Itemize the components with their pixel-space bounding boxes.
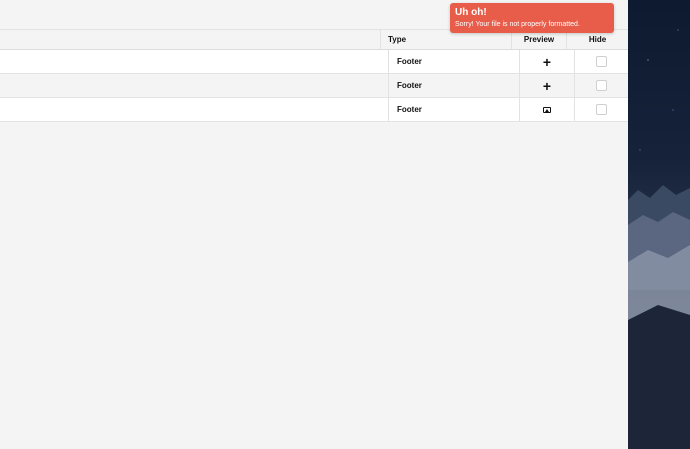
error-toast[interactable]: Uh oh! Sorry! Your file is not properly … (450, 3, 614, 33)
type-cell: Footer (388, 74, 519, 97)
type-cell: Footer (388, 50, 519, 73)
plus-icon[interactable]: + (543, 55, 551, 69)
hide-checkbox[interactable] (596, 56, 607, 67)
preview-cell[interactable]: + (519, 50, 574, 73)
mountain-landscape-image (628, 29, 690, 449)
image-icon[interactable] (543, 106, 551, 113)
hide-checkbox[interactable] (596, 80, 607, 91)
toast-title: Uh oh! (455, 7, 487, 18)
hide-cell (574, 98, 628, 121)
table-row[interactable]: Footer + (0, 74, 628, 98)
plus-icon[interactable]: + (543, 79, 551, 93)
table-row[interactable]: Footer + (0, 50, 628, 74)
table-header-row: Type Preview Hide (0, 30, 628, 50)
footer-table: Type Preview Hide Footer + Footer + Foot… (0, 30, 628, 122)
app-window: Type Preview Hide Footer + Footer + Foot… (0, 0, 628, 449)
preview-cell[interactable]: + (519, 74, 574, 97)
hide-checkbox[interactable] (596, 104, 607, 115)
toast-message: Sorry! Your file is not properly formatt… (455, 21, 580, 28)
preview-cell[interactable] (519, 98, 574, 121)
desktop-wallpaper (628, 0, 690, 449)
table-row[interactable]: Footer (0, 98, 628, 122)
hide-cell (574, 50, 628, 73)
type-cell: Footer (388, 98, 519, 121)
hide-cell (574, 74, 628, 97)
